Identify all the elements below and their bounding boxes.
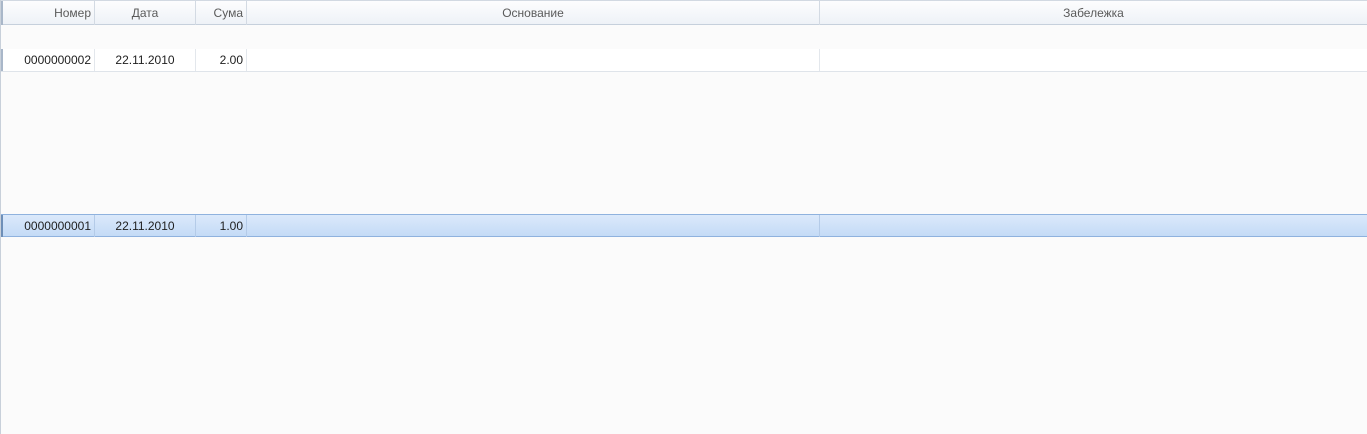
grid-header: Номер Дата Сума Основание Забележка bbox=[1, 0, 1367, 25]
column-header-number[interactable]: Номер bbox=[1, 1, 95, 25]
cell-note bbox=[820, 49, 1367, 71]
table-row[interactable]: 0000000002 22.11.2010 2.00 bbox=[1, 49, 1367, 72]
table-row-selected[interactable]: 0000000001 22.11.2010 1.00 bbox=[1, 214, 1367, 237]
column-header-note[interactable]: Забележка bbox=[820, 1, 1367, 25]
cell-number: 0000000002 bbox=[1, 49, 95, 71]
cell-sum: 2.00 bbox=[196, 49, 247, 71]
cell-basis bbox=[247, 49, 820, 71]
column-header-date[interactable]: Дата bbox=[95, 1, 196, 25]
data-grid[interactable]: Номер Дата Сума Основание Забележка 0000… bbox=[0, 0, 1367, 434]
cell-note bbox=[820, 215, 1367, 237]
cell-sum: 1.00 bbox=[196, 215, 247, 237]
cell-date: 22.11.2010 bbox=[95, 215, 196, 237]
column-header-basis[interactable]: Основание bbox=[247, 1, 820, 25]
cell-number: 0000000001 bbox=[1, 215, 95, 237]
cell-basis bbox=[247, 215, 820, 237]
cell-date: 22.11.2010 bbox=[95, 49, 196, 71]
column-header-sum[interactable]: Сума bbox=[196, 1, 247, 25]
